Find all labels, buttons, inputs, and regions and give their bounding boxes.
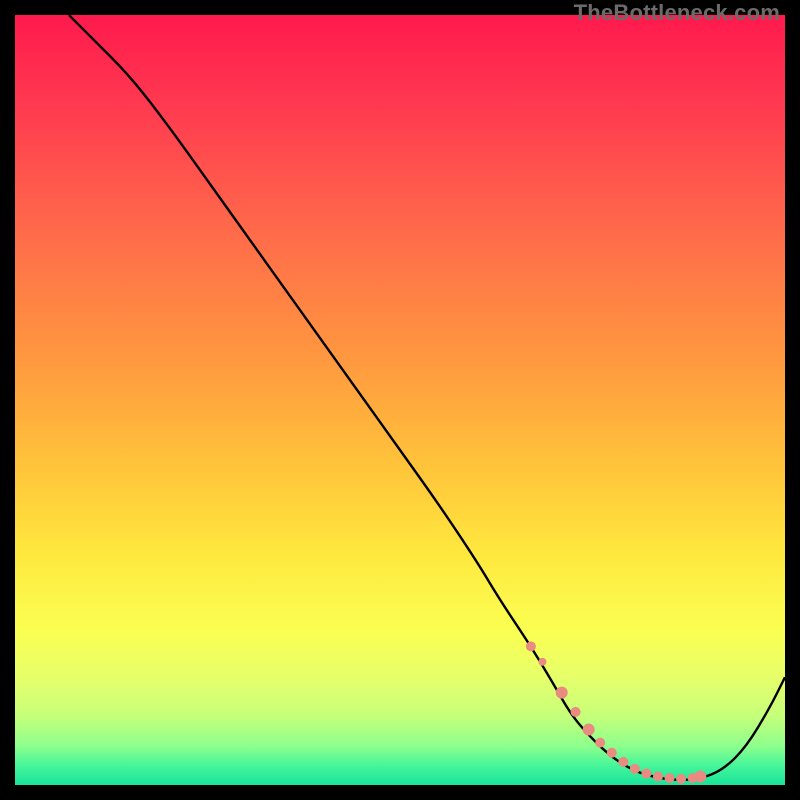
sweet-spot-dot	[665, 773, 675, 783]
sweet-spot-dot	[653, 772, 663, 782]
sweet-spot-dot	[641, 768, 651, 778]
attribution-label: TheBottleneck.com	[574, 0, 780, 26]
sweet-spot-dot	[676, 774, 686, 784]
sweet-spot-dot	[538, 658, 546, 666]
heatmap-background	[15, 15, 785, 785]
bottleneck-chart	[15, 15, 785, 785]
sweet-spot-dot	[583, 724, 595, 736]
sweet-spot-dot	[607, 748, 617, 758]
sweet-spot-dot	[630, 764, 640, 774]
sweet-spot-dot	[618, 757, 628, 767]
sweet-spot-dot	[571, 707, 581, 717]
sweet-spot-dot	[556, 687, 568, 699]
sweet-spot-dot	[694, 771, 706, 783]
sweet-spot-dot	[526, 641, 536, 651]
sweet-spot-dot	[595, 738, 605, 748]
